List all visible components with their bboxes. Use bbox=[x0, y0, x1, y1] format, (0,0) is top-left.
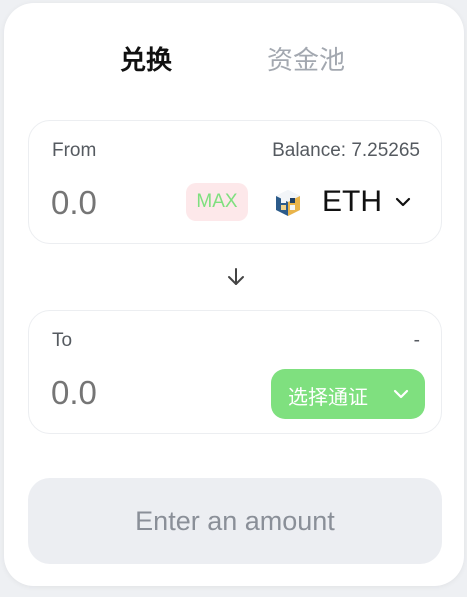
from-label: From bbox=[52, 140, 97, 161]
from-token-select[interactable]: ETH bbox=[269, 181, 419, 223]
arrow-down-icon[interactable] bbox=[224, 265, 248, 289]
tab-bar: 兑换 资金池 bbox=[4, 41, 464, 81]
chevron-down-icon bbox=[395, 197, 411, 207]
from-panel: From Balance: 7.25265 MAX ETH bbox=[28, 120, 442, 244]
to-label: To bbox=[52, 330, 73, 351]
from-amount-input[interactable] bbox=[51, 181, 191, 225]
from-balance: Balance: 7.25265 bbox=[272, 140, 420, 161]
select-token-label: 选择通证 bbox=[288, 385, 368, 409]
tab-pool[interactable]: 资金池 bbox=[267, 41, 345, 81]
chevron-down-icon bbox=[393, 389, 409, 399]
to-balance: - bbox=[413, 330, 420, 351]
max-button[interactable]: MAX bbox=[186, 183, 248, 221]
select-token-button[interactable]: 选择通证 bbox=[271, 369, 425, 419]
to-amount-input[interactable] bbox=[51, 371, 191, 415]
tab-swap[interactable]: 兑换 bbox=[120, 41, 172, 81]
enter-amount-button[interactable]: Enter an amount bbox=[28, 478, 442, 564]
to-panel: To - 选择通证 bbox=[28, 310, 442, 434]
eth-token-icon bbox=[276, 190, 300, 216]
from-token-symbol: ETH bbox=[322, 185, 382, 218]
swap-card: 兑换 资金池 From Balance: 7.25265 MAX ETH bbox=[4, 3, 464, 586]
